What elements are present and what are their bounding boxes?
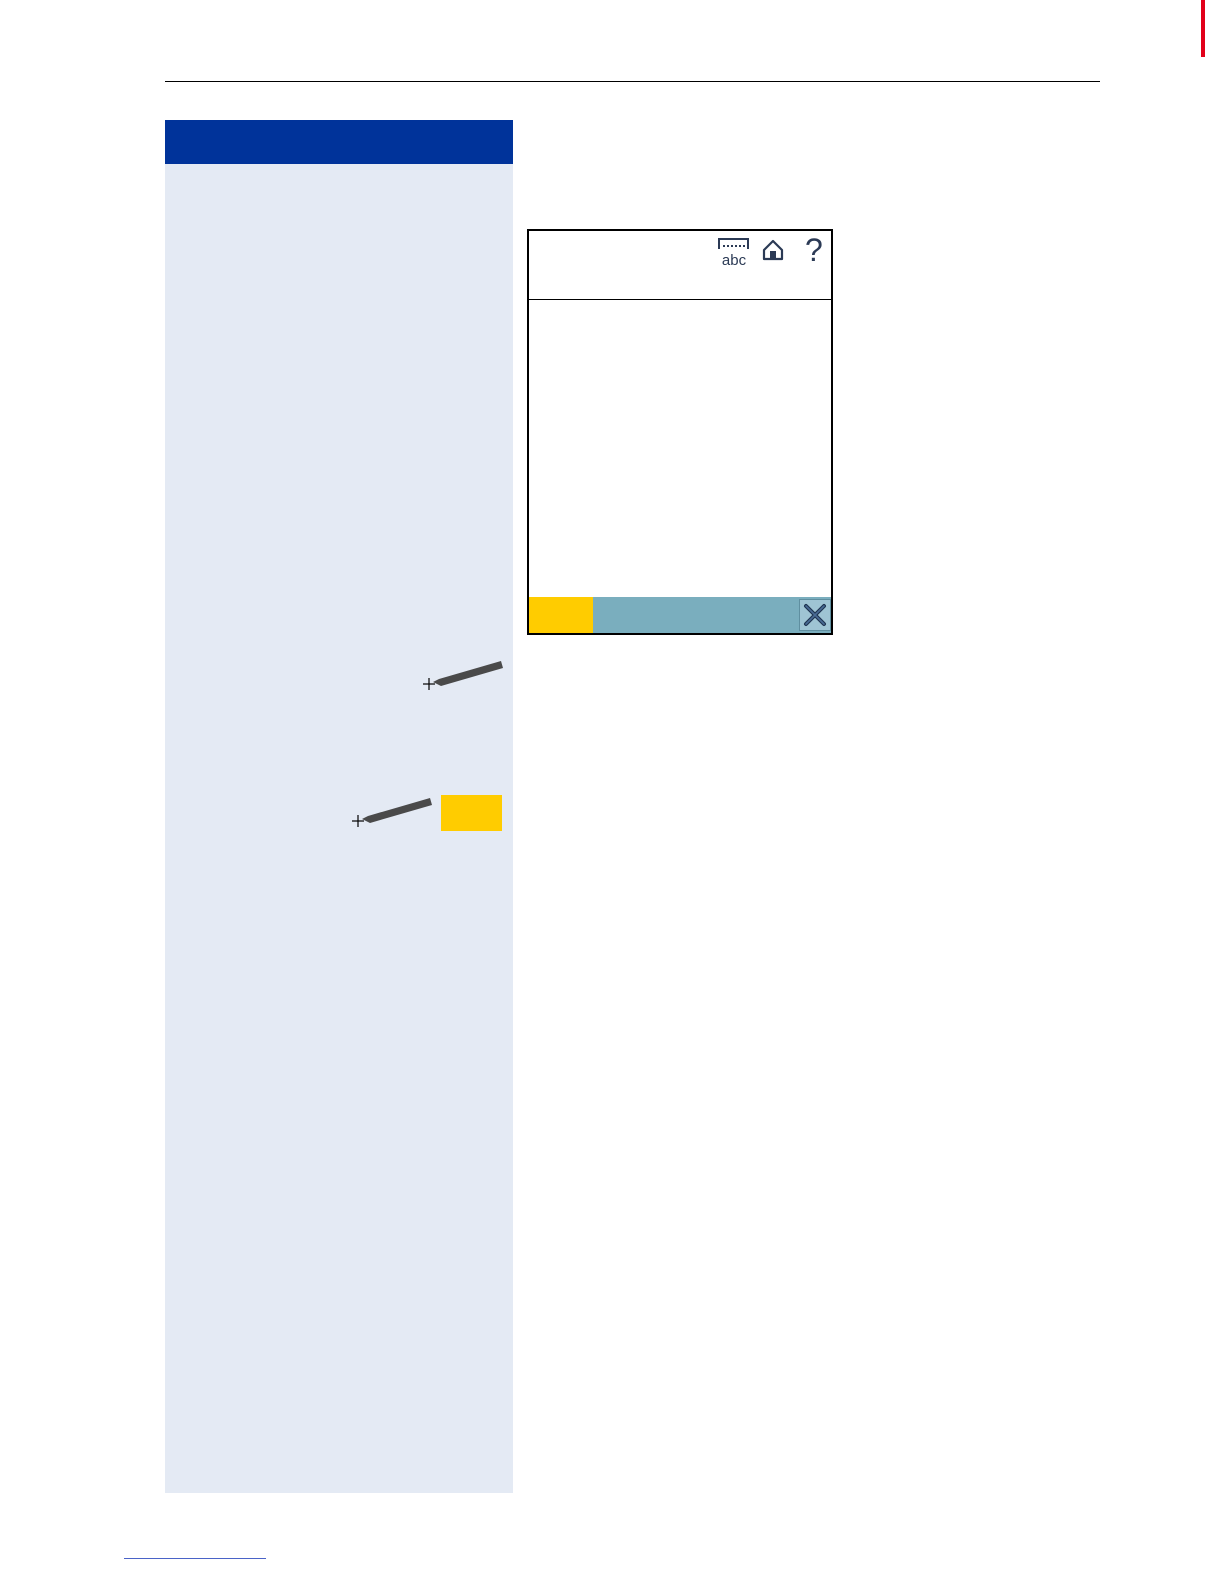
page-edge-marker (1201, 0, 1205, 57)
display-footer (529, 597, 831, 633)
help-icon[interactable]: ? (805, 233, 823, 267)
close-button[interactable] (799, 599, 831, 631)
stylus-icon (423, 661, 503, 690)
instruction-sidebar (165, 120, 513, 1493)
header-rule (165, 81, 1100, 82)
softkey-button[interactable] (529, 597, 593, 633)
sidebar-header (165, 120, 513, 164)
home-icon[interactable] (762, 239, 784, 261)
close-icon (804, 604, 826, 626)
phone-display: abc ? (527, 229, 833, 635)
softkey-button[interactable] (441, 795, 502, 831)
keyboard-abc-icon[interactable]: abc (717, 237, 751, 267)
display-header: abc ? (529, 231, 831, 300)
footer-link-underline (124, 1558, 266, 1559)
svg-text:abc: abc (722, 252, 747, 267)
stylus-icon (352, 798, 432, 827)
